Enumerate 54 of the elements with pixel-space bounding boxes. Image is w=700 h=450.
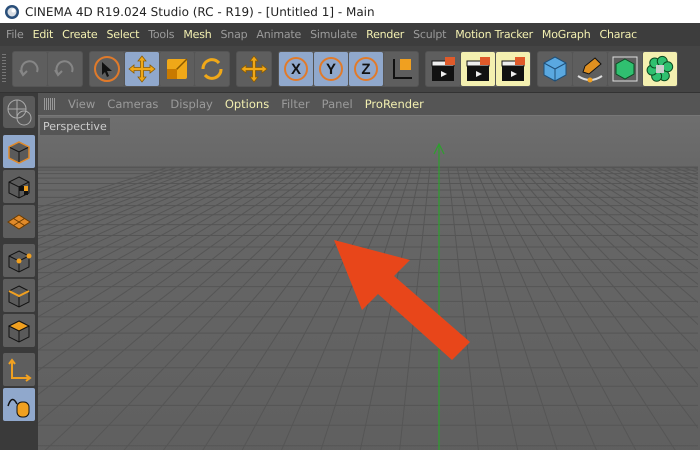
greencube-button[interactable]	[608, 52, 642, 86]
model-icon	[6, 138, 32, 164]
viewport-menu-item[interactable]: Options	[224, 97, 270, 111]
select-icon	[92, 54, 122, 84]
menu-item[interactable]: Motion Tracker	[455, 28, 533, 41]
menu-item[interactable]: Simulate	[310, 28, 358, 41]
axis-lock-button[interactable]: X	[279, 52, 313, 86]
menu-item[interactable]: Animate	[256, 28, 302, 41]
menu-item[interactable]: Edit	[32, 28, 54, 41]
viewport-grip-icon	[44, 98, 56, 110]
menu-item[interactable]: Sculpt	[413, 28, 446, 41]
workplane-mode-button[interactable]	[3, 205, 35, 238]
clapper-button[interactable]	[496, 52, 530, 86]
axis-lock-button[interactable]: Z	[349, 52, 383, 86]
menu-item[interactable]: Create	[62, 28, 98, 41]
menu-item[interactable]: MoGraph	[542, 28, 590, 41]
clapper-button[interactable]	[426, 52, 460, 86]
texture-icon	[6, 174, 32, 200]
move-button[interactable]	[237, 52, 271, 86]
axis-lock-button[interactable]: Y	[314, 52, 348, 86]
menu-item[interactable]: Select	[106, 28, 140, 41]
scale-button[interactable]	[160, 52, 194, 86]
points-mode-button[interactable]	[3, 244, 35, 277]
viewport-menu-item[interactable]: ProRender	[364, 97, 424, 111]
edges-icon	[6, 282, 32, 308]
menu-item[interactable]: Mesh	[183, 28, 212, 41]
menu-item[interactable]: File	[6, 28, 24, 41]
rotate-button[interactable]	[195, 52, 229, 86]
mouse-mode-button[interactable]	[3, 388, 35, 421]
axis-icon	[6, 356, 32, 382]
model-mode-button[interactable]	[3, 135, 35, 168]
clapper-button[interactable]	[461, 52, 495, 86]
polygons-mode-button[interactable]	[3, 314, 35, 347]
axis-button[interactable]	[384, 52, 418, 86]
camera-label: Perspective	[40, 118, 110, 135]
move-button[interactable]	[125, 52, 159, 86]
polygons-icon	[6, 318, 32, 344]
menu-item[interactable]: Charac	[599, 28, 637, 41]
flower-button[interactable]	[643, 52, 677, 86]
app-logo-icon	[4, 4, 20, 20]
flower-icon	[645, 54, 675, 84]
select-button[interactable]	[90, 52, 124, 86]
greencube-icon	[610, 54, 640, 84]
menu-item[interactable]: Tools	[148, 28, 174, 41]
menu-item[interactable]: Snap	[220, 28, 248, 41]
edges-mode-button[interactable]	[3, 279, 35, 312]
move-icon	[239, 54, 269, 84]
points-icon	[6, 248, 32, 274]
toolbar-grip-icon	[2, 54, 6, 84]
window-title: CINEMA 4D R19.024 Studio (RC - R19) - [Untitled 1] - Main	[25, 4, 375, 18]
pen-button[interactable]	[573, 52, 607, 86]
move-icon	[127, 54, 157, 84]
menu-item[interactable]: Render	[366, 28, 404, 41]
globe-icon	[2, 95, 36, 129]
